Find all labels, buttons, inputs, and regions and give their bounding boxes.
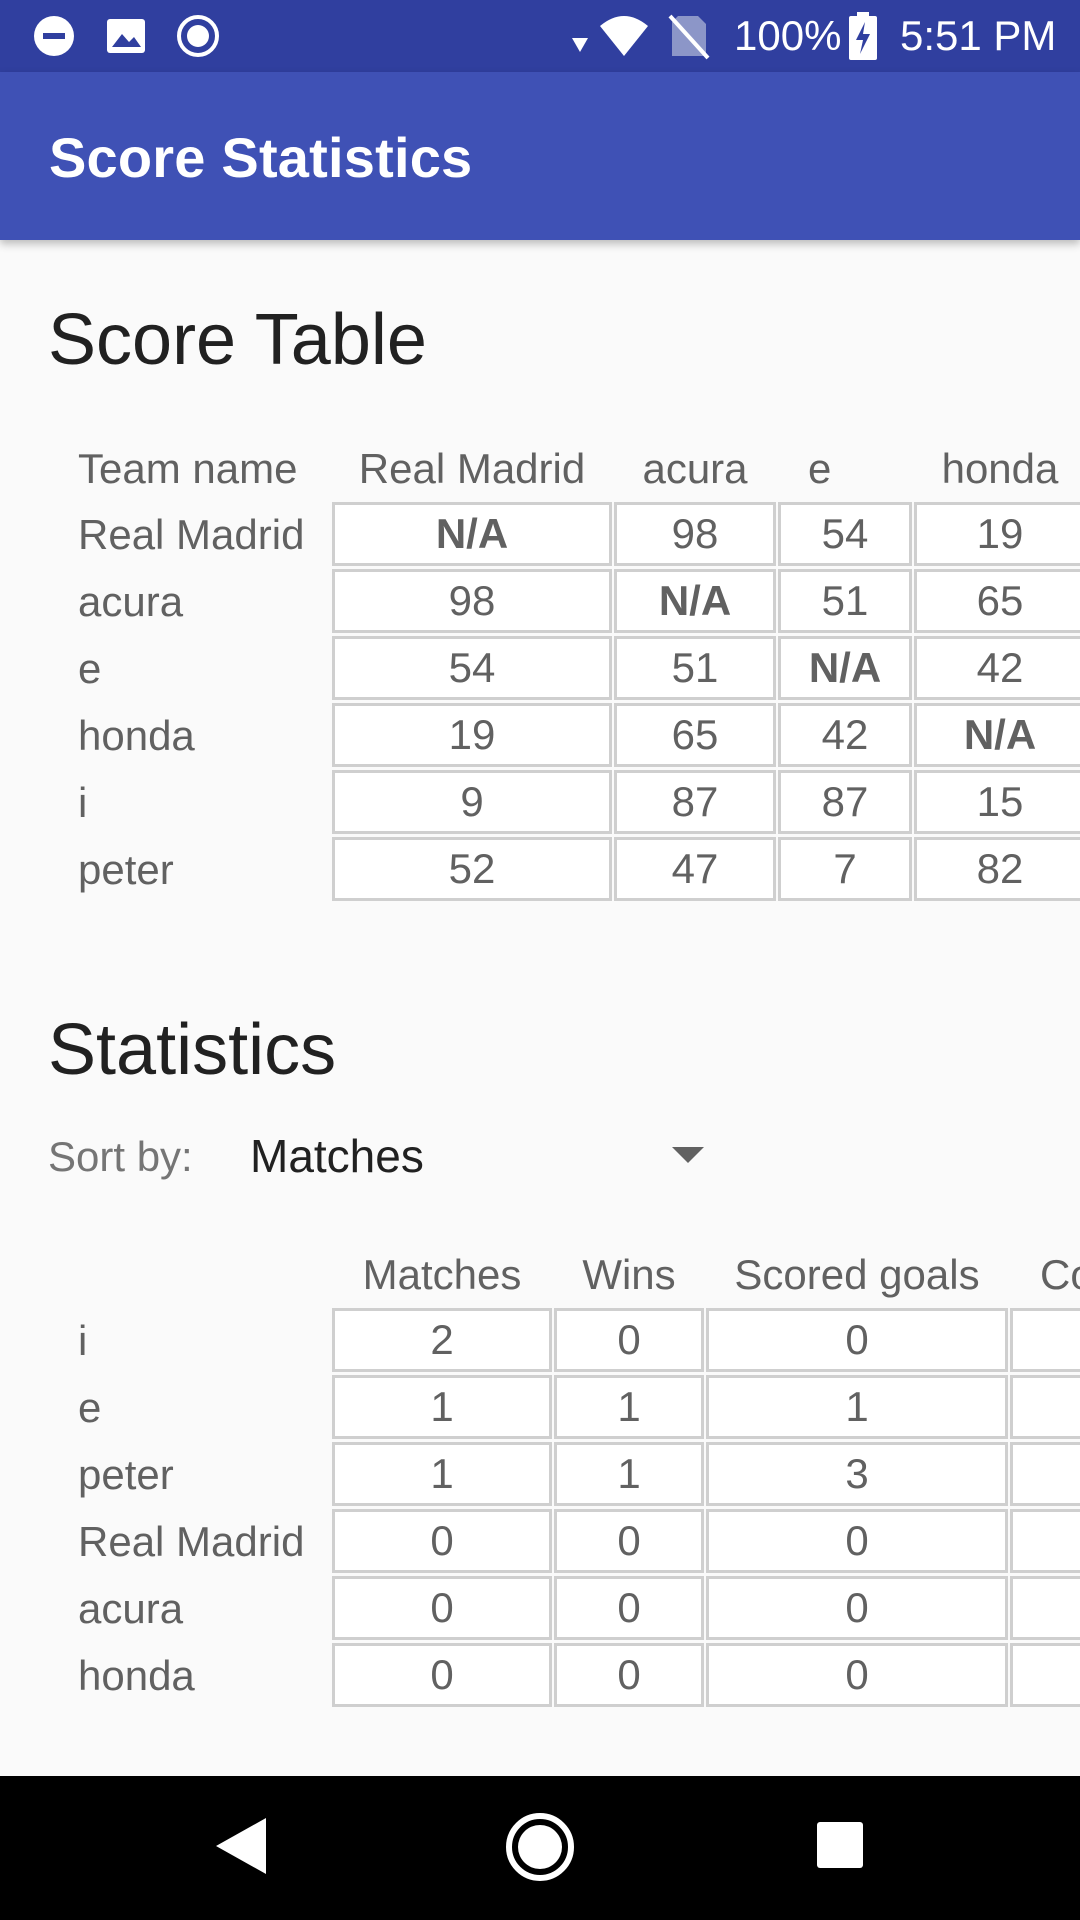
table-cell: 0 xyxy=(706,1308,1008,1372)
table-cell: 3 xyxy=(706,1442,1008,1506)
table-cell: 0 xyxy=(554,1576,704,1640)
do-not-disturb-icon xyxy=(34,16,74,56)
home-icon[interactable] xyxy=(505,1812,575,1882)
table-cell: 0 xyxy=(332,1576,552,1640)
table-cell xyxy=(1010,1442,1080,1506)
corner-header: Team name xyxy=(78,445,298,492)
navigation-bar xyxy=(0,1776,1080,1920)
table-cell xyxy=(1010,1308,1080,1372)
table-cell: 1 xyxy=(554,1375,704,1439)
table-cell: 65 xyxy=(614,703,776,767)
column-header: Matches xyxy=(362,1251,522,1298)
row-label: honda xyxy=(78,712,195,759)
table-cell: N/A xyxy=(914,703,1080,767)
table-cell: 65 xyxy=(914,569,1080,633)
table-cell: 51 xyxy=(614,636,776,700)
table-cell: 1 xyxy=(554,1442,704,1506)
wifi-icon xyxy=(600,16,648,56)
table-cell xyxy=(1010,1643,1080,1707)
table-cell: 1 xyxy=(706,1375,1008,1439)
table-cell: N/A xyxy=(778,636,912,700)
table-cell: 1 xyxy=(332,1442,552,1506)
table-cell: 0 xyxy=(332,1509,552,1573)
row-label: peter xyxy=(78,1451,174,1498)
row-label: e xyxy=(78,645,102,692)
row-label: i xyxy=(78,1317,88,1364)
table-cell: 0 xyxy=(554,1643,704,1707)
table-cell: 19 xyxy=(914,502,1080,566)
row-label: Real Madrid xyxy=(78,511,305,558)
table-cell: 19 xyxy=(332,703,612,767)
table-cell: 42 xyxy=(778,703,912,767)
table-cell: 0 xyxy=(706,1576,1008,1640)
table-cell: 42 xyxy=(914,636,1080,700)
row-label: e xyxy=(78,1384,102,1431)
table-cell: 0 xyxy=(706,1643,1008,1707)
table-cell: 82 xyxy=(914,837,1080,901)
table-cell: N/A xyxy=(332,502,612,566)
record-icon xyxy=(177,15,219,57)
column-header: Co xyxy=(1040,1251,1080,1298)
table-cell: 0 xyxy=(332,1643,552,1707)
column-header: Wins xyxy=(582,1251,676,1298)
column-header: honda xyxy=(941,445,1059,492)
no-sim-icon xyxy=(668,14,710,60)
column-header: e xyxy=(808,445,832,492)
table-cell xyxy=(1010,1509,1080,1573)
row-label: Real Madrid xyxy=(78,1518,305,1565)
table-cell: 0 xyxy=(554,1308,704,1372)
row-label: acura xyxy=(78,1585,184,1632)
table-cell: N/A xyxy=(614,569,776,633)
row-label: acura xyxy=(78,578,184,625)
table-cell: 52 xyxy=(332,837,612,901)
table-cell: 9 xyxy=(332,770,612,834)
table-cell: 2 xyxy=(332,1308,552,1372)
table-cell: 0 xyxy=(554,1509,704,1573)
clock: 5:51 PM xyxy=(900,12,1057,59)
column-header: Scored goals xyxy=(734,1251,980,1298)
table-cell xyxy=(1010,1375,1080,1439)
table-cell: 51 xyxy=(778,569,912,633)
sort-value[interactable]: Matches xyxy=(250,1129,424,1183)
dropdown-arrow-icon[interactable] xyxy=(672,1147,704,1163)
table-cell: 15 xyxy=(914,770,1080,834)
table-cell: 1 xyxy=(332,1375,552,1439)
status-bar: 100% 5:51 PM xyxy=(0,0,1080,72)
row-label: peter xyxy=(78,846,174,893)
score-table-title: Score Table xyxy=(48,300,427,380)
statistics-title: Statistics xyxy=(48,1010,337,1090)
table-cell: 47 xyxy=(614,837,776,901)
app-bar: Score Statistics xyxy=(0,72,1080,240)
column-header: acura xyxy=(642,445,748,492)
app-title: Score Statistics xyxy=(49,126,473,189)
table-cell: 0 xyxy=(706,1509,1008,1573)
signal-arrow-icon xyxy=(572,38,588,52)
recents-icon[interactable] xyxy=(817,1822,863,1868)
table-cell: 98 xyxy=(614,502,776,566)
table-cell: 98 xyxy=(332,569,612,633)
table-cell: 87 xyxy=(778,770,912,834)
table-cell: 7 xyxy=(778,837,912,901)
battery-charging-icon xyxy=(849,12,877,60)
row-label: i xyxy=(78,779,88,826)
table-cell: 54 xyxy=(778,502,912,566)
table-cell xyxy=(1010,1576,1080,1640)
sort-label: Sort by: xyxy=(48,1133,193,1180)
column-header: Real Madrid xyxy=(358,445,586,492)
battery-percent: 100% xyxy=(734,12,842,59)
table-cell: 87 xyxy=(614,770,776,834)
image-icon xyxy=(107,19,145,53)
table-cell: 54 xyxy=(332,636,612,700)
row-label: honda xyxy=(78,1652,195,1699)
back-icon[interactable] xyxy=(214,1816,268,1876)
